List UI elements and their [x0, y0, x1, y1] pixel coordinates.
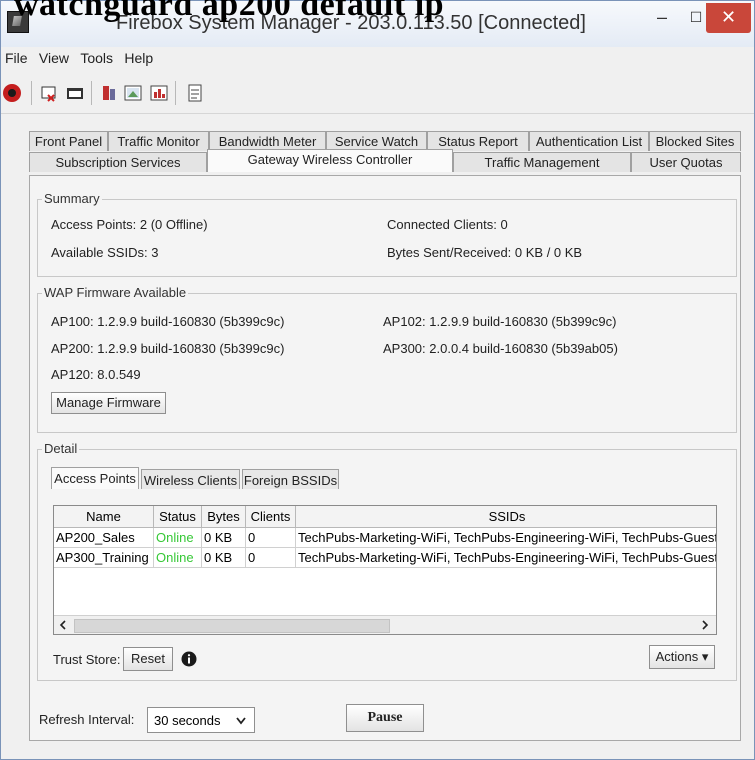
firmware-ap102: AP102: 1.2.9.9 build-160830 (5b399c9c) [383, 314, 617, 329]
column-header-bytes[interactable]: Bytes [202, 506, 246, 528]
cell-name: AP200_Sales [54, 528, 154, 548]
cell-clients: 0 [246, 548, 296, 568]
scroll-left-icon[interactable] [58, 620, 68, 630]
server-icon[interactable] [99, 83, 119, 103]
wap-firmware-legend: WAP Firmware Available [42, 285, 189, 300]
cell-bytes: 0 KB [202, 548, 246, 568]
firmware-ap300: AP300: 2.0.0.4 build-160830 (5b39ab05) [383, 341, 618, 356]
access-points-table: Name Status Bytes Clients SSIDs AP200_Sa… [53, 505, 717, 635]
tab-traffic-monitor[interactable]: Traffic Monitor [108, 131, 209, 151]
column-header-name[interactable]: Name [54, 506, 154, 528]
monitor-icon[interactable] [39, 83, 59, 103]
cell-status: Online [154, 548, 202, 568]
minimize-button[interactable]: – [645, 3, 679, 33]
firmware-ap120: AP120: 8.0.549 [51, 367, 141, 382]
menu-file[interactable]: File [1, 47, 32, 66]
summary-legend: Summary [42, 191, 102, 206]
report-icon[interactable] [185, 83, 205, 103]
reset-button[interactable]: Reset [123, 647, 173, 671]
horizontal-scrollbar[interactable] [54, 615, 716, 634]
cell-bytes: 0 KB [202, 528, 246, 548]
record-icon[interactable] [2, 83, 22, 103]
tab-foreign-bssids[interactable]: Foreign BSSIDs [242, 469, 339, 489]
refresh-interval-select[interactable]: 30 seconds [147, 707, 255, 733]
chart-icon[interactable] [149, 83, 169, 103]
summary-group: Summary [37, 191, 737, 277]
column-header-clients[interactable]: Clients [246, 506, 296, 528]
toolbar [1, 73, 754, 114]
window-icon[interactable] [65, 83, 85, 103]
refresh-interval-value: 30 seconds [154, 713, 221, 728]
tab-subscription-services[interactable]: Subscription Services [29, 152, 207, 172]
tab-authentication-list[interactable]: Authentication List [529, 131, 649, 151]
tab-gateway-wireless-controller[interactable]: Gateway Wireless Controller [207, 149, 453, 172]
toolbar-separator [31, 81, 32, 105]
menu-view[interactable]: View [35, 47, 73, 66]
app-window: Firebox System Manager - 203.0.113.50 [C… [0, 0, 755, 760]
chevron-down-icon [236, 717, 246, 725]
tab-traffic-management[interactable]: Traffic Management [453, 152, 631, 172]
menu-help[interactable]: Help [120, 47, 157, 66]
firmware-ap100: AP100: 1.2.9.9 build-160830 (5b399c9c) [51, 314, 285, 329]
tab-user-quotas[interactable]: User Quotas [631, 152, 741, 172]
firmware-ap200: AP200: 1.2.9.9 build-160830 (5b399c9c) [51, 341, 285, 356]
scroll-right-icon[interactable] [700, 620, 710, 630]
pause-button[interactable]: Pause [346, 704, 424, 732]
cell-ssids: TechPubs-Marketing-WiFi, TechPubs-Engine… [296, 548, 716, 568]
info-icon[interactable] [181, 651, 197, 667]
overlay-caption: watchguard ap200 default ip [14, 0, 445, 23]
menu-bar: File View Tools Help [1, 47, 754, 71]
image-icon[interactable] [123, 83, 143, 103]
scrollbar-thumb[interactable] [74, 619, 390, 633]
tab-access-points[interactable]: Access Points [51, 467, 139, 489]
bytes-sent-received: Bytes Sent/Received: 0 KB / 0 KB [387, 245, 583, 260]
column-header-ssids[interactable]: SSIDs [296, 506, 716, 528]
toolbar-separator [175, 81, 176, 105]
tab-service-watch[interactable]: Service Watch [326, 131, 427, 151]
menu-tools[interactable]: Tools [76, 47, 117, 66]
tab-blocked-sites[interactable]: Blocked Sites [649, 131, 741, 151]
refresh-interval-label: Refresh Interval: [39, 712, 135, 727]
cell-ssids: TechPubs-Marketing-WiFi, TechPubs-Engine… [296, 528, 716, 548]
tab-status-report[interactable]: Status Report [427, 131, 529, 151]
cell-name: AP300_Training [54, 548, 154, 568]
manage-firmware-button[interactable]: Manage Firmware [51, 392, 166, 414]
available-ssids: Available SSIDs: 3 [51, 245, 159, 260]
access-points-summary: Access Points: 2 (0 Offline) [51, 217, 208, 232]
tab-wireless-clients[interactable]: Wireless Clients [141, 469, 240, 489]
close-button[interactable]: ✕ [706, 3, 751, 33]
column-header-status[interactable]: Status [154, 506, 202, 528]
toolbar-separator [91, 81, 92, 105]
trust-store-label: Trust Store: [53, 652, 121, 667]
tab-front-panel[interactable]: Front Panel [29, 131, 108, 151]
tab-bandwidth-meter[interactable]: Bandwidth Meter [209, 131, 326, 151]
cell-status: Online [154, 528, 202, 548]
cell-clients: 0 [246, 528, 296, 548]
detail-legend: Detail [42, 441, 80, 456]
actions-button[interactable]: Actions ▾ [649, 645, 715, 669]
connected-clients: Connected Clients: 0 [387, 217, 508, 232]
